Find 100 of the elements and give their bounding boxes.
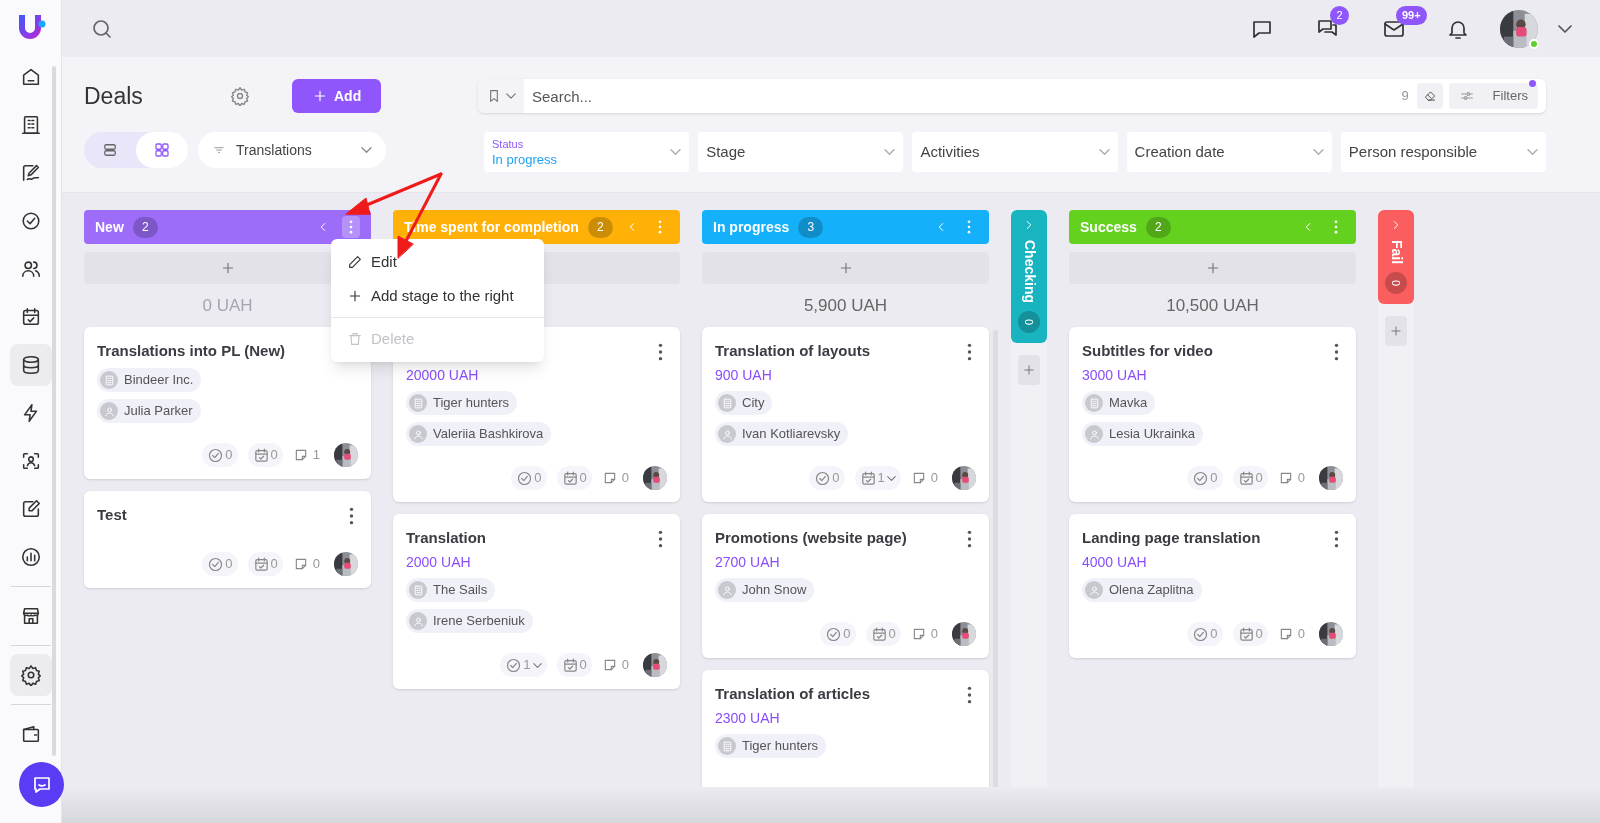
filter-dropdown[interactable]: Status In progress	[484, 132, 690, 172]
deal-card[interactable]: Translations into PL (New) Bindeer Inc. Julia Parker 0 0 1	[84, 327, 371, 479]
calendar-icon	[870, 625, 888, 643]
activities-counter[interactable]: 0	[247, 552, 283, 576]
more-button[interactable]	[658, 343, 663, 361]
stage-header[interactable]: Fail 0	[1378, 210, 1414, 305]
contact-chip[interactable]: Olena Zaplitna	[1082, 578, 1202, 602]
sidebar-item[interactable]	[9, 344, 52, 386]
deal-amount: 4000 UAH	[1082, 553, 1148, 572]
stage-total: 0 UAH	[202, 294, 253, 317]
saved-filters-button[interactable]	[478, 79, 524, 113]
chart-icon	[19, 546, 42, 568]
comments-counter[interactable]: 1	[292, 445, 320, 465]
comments-counter[interactable]: 0	[292, 554, 320, 574]
page-title: Deals	[84, 81, 144, 111]
tasks-counter[interactable]: 0	[809, 466, 845, 490]
search-field[interactable]: Search...	[524, 79, 1402, 113]
activities-counter[interactable]: 0	[247, 443, 283, 467]
comments-counter[interactable]: 0	[1277, 468, 1305, 488]
deal-card[interactable]: Translation 2000 UAH The Sails Irene Serbeniuk 1 0 0	[393, 514, 680, 689]
comments-counter[interactable]: 0	[910, 624, 938, 644]
tasks-counter[interactable]: 0	[202, 443, 238, 467]
count-badge: 2	[587, 216, 613, 238]
scrollbar[interactable]	[52, 66, 56, 756]
deal-card[interactable]: Promotions (website page) 2700 UAH John Snow 0 0 0	[702, 514, 989, 658]
filters-button[interactable]: Filters	[1448, 83, 1538, 109]
company-chip[interactable]: Tiger hunters	[715, 734, 827, 758]
filter-dropdown[interactable]: Stage	[698, 132, 904, 172]
person-icon	[1087, 583, 1101, 597]
deal-card[interactable]: Translation of articles 2300 UAH Tiger hunters	[702, 670, 989, 787]
stage-total: 10,500 UAH	[1166, 294, 1259, 317]
pencil-icon	[347, 254, 363, 270]
tasks-counter[interactable]: 0	[820, 622, 856, 646]
contact-chip[interactable]: Julia Parker	[97, 399, 201, 423]
deal-card[interactable]: Translation of layouts 900 UAH City Ivan Kotliarevsky 0 1 0	[702, 327, 989, 502]
contact-chip[interactable]: Ivan Kotliarevsky	[715, 422, 849, 446]
company-chip[interactable]: Mavka	[1082, 391, 1156, 415]
activities-counter[interactable]: 0	[1232, 622, 1268, 646]
clear-button[interactable]	[1416, 83, 1443, 109]
comments-counter[interactable]: 0	[1277, 624, 1305, 644]
account-menu-button[interactable]	[1558, 24, 1572, 33]
deal-title: Promotions (website page)	[715, 528, 907, 548]
person-icon	[720, 427, 734, 441]
deal-amount: 2000 UAH	[406, 553, 472, 572]
activities-counter[interactable]: 0	[865, 622, 901, 646]
deal-amount: 2300 UAH	[715, 709, 781, 728]
more-button[interactable]	[967, 343, 972, 361]
more-button[interactable]	[967, 530, 972, 548]
company-chip[interactable]: Bindeer Inc.	[97, 368, 202, 392]
stage-menu-button[interactable]	[342, 216, 360, 238]
deal-amount: 3000 UAH	[1082, 366, 1148, 385]
contact-chip[interactable]: Lesia Ukrainka	[1082, 422, 1203, 446]
contact-chip[interactable]: John Snow	[715, 578, 815, 602]
more-button[interactable]	[967, 686, 972, 704]
settings-button[interactable]	[230, 86, 250, 106]
activities-counter[interactable]: 0	[556, 653, 592, 677]
tasks-counter[interactable]: 0	[202, 552, 238, 576]
chevron-down-icon	[1558, 24, 1572, 33]
filter-dropdown[interactable]: Person responsible	[1340, 132, 1546, 172]
deal-amount: 900 UAH	[715, 366, 773, 385]
view-tab[interactable]	[136, 132, 188, 168]
tasks-counter[interactable]: 0	[1187, 622, 1223, 646]
tasks-counter[interactable]: 0	[511, 466, 547, 490]
plus-icon	[312, 88, 328, 104]
more-button[interactable]	[1334, 343, 1339, 361]
menu-item[interactable]: Add stage to the right	[331, 279, 544, 313]
comments-counter[interactable]: 0	[910, 468, 938, 488]
more-button[interactable]	[658, 530, 663, 548]
building-icon	[19, 114, 42, 136]
activities-counter[interactable]: 0	[1232, 466, 1268, 490]
activities-counter[interactable]: 0	[556, 466, 592, 490]
add-button[interactable]: Add	[292, 79, 382, 113]
tasks-counter[interactable]: 0	[1187, 466, 1223, 490]
user-avatar[interactable]	[1500, 9, 1538, 48]
stage-name: Success	[1080, 217, 1137, 237]
sidebar-item[interactable]	[9, 654, 52, 696]
company-chip[interactable]: Tiger hunters	[406, 391, 518, 415]
activities-counter[interactable]: 1	[854, 466, 901, 490]
search-bar[interactable]: Search... 9 Filters	[478, 79, 1546, 113]
more-button[interactable]	[1334, 530, 1339, 548]
count-badge: 2	[132, 216, 158, 238]
task-icon	[505, 656, 523, 674]
deal-card[interactable]: Landing page translation 4000 UAH Olena Zaplitna 0 0 0	[1069, 514, 1356, 658]
chevron-down-icon	[886, 475, 896, 481]
comments-counter[interactable]: 0	[601, 655, 629, 675]
comments-counter[interactable]: 0	[601, 468, 629, 488]
stage-total: 5,900 UAH	[803, 294, 888, 317]
more-button[interactable]	[349, 507, 354, 525]
stage-header[interactable]: Checking 0	[1011, 210, 1047, 343]
contact-chip[interactable]: Valeriia Bashkirova	[406, 422, 552, 446]
menu-item[interactable]: Edit	[331, 245, 544, 279]
contact-chip[interactable]: Irene Serbeniuk	[406, 609, 533, 633]
company-chip[interactable]: City	[715, 391, 773, 415]
filter-dropdown[interactable]: Creation date	[1126, 132, 1332, 172]
deal-card[interactable]: Test 0 0 0	[84, 491, 371, 588]
more-icon	[967, 686, 972, 704]
company-chip[interactable]: The Sails	[406, 578, 496, 602]
pipeline-dropdown[interactable]: Translations	[198, 132, 386, 168]
deal-card[interactable]: Subtitles for video 3000 UAH Mavka Lesia Ukrainka 0 0 0	[1069, 327, 1356, 502]
filter-dropdown[interactable]: Activities	[912, 132, 1118, 172]
